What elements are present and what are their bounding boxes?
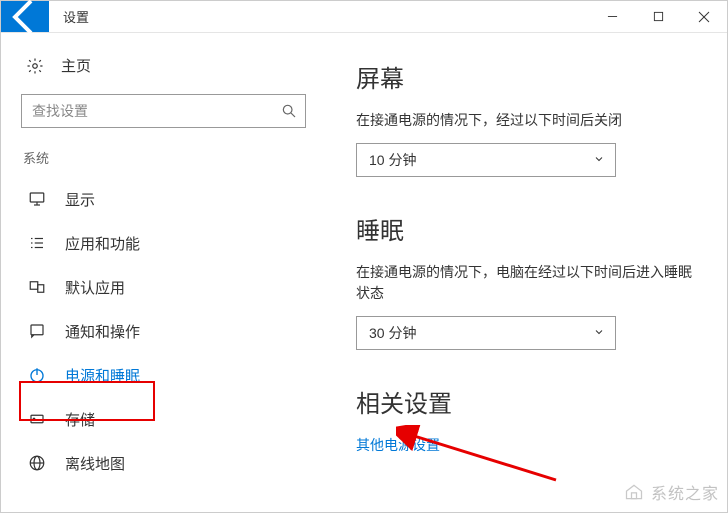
sidebar-item-label: 离线地图	[65, 453, 125, 474]
sidebar-item-power-sleep[interactable]: 电源和睡眠	[21, 353, 306, 397]
minimize-button[interactable]	[589, 1, 635, 32]
main-panel: 屏幕 在接通电源的情况下，经过以下时间后关闭 10 分钟 睡眠 在接通电源的情况…	[326, 33, 727, 512]
select-value: 10 分钟	[369, 150, 416, 170]
sidebar: 主页 系统 显示 应用和功能 默认应用	[1, 33, 326, 512]
list-icon	[27, 234, 47, 252]
sidebar-item-label: 默认应用	[65, 277, 125, 298]
sidebar-item-offline-maps[interactable]: 离线地图	[21, 441, 306, 485]
sidebar-item-display[interactable]: 显示	[21, 177, 306, 221]
storage-icon	[27, 410, 47, 428]
sidebar-item-label: 存储	[65, 409, 95, 430]
sidebar-item-storage[interactable]: 存储	[21, 397, 306, 441]
category-label: 系统	[21, 148, 306, 167]
search-input[interactable]	[21, 94, 306, 128]
home-row[interactable]: 主页	[21, 55, 306, 76]
monitor-icon	[27, 190, 47, 208]
sidebar-item-label: 电源和睡眠	[65, 365, 140, 386]
sleep-timeout-select[interactable]: 30 分钟	[356, 316, 616, 350]
globe-icon	[27, 454, 47, 472]
search-icon[interactable]	[272, 94, 306, 128]
power-icon	[27, 366, 47, 384]
notification-icon	[27, 322, 47, 340]
maximize-button[interactable]	[635, 1, 681, 32]
screen-timeout-select[interactable]: 10 分钟	[356, 143, 616, 177]
screen-heading: 屏幕	[356, 59, 697, 94]
default-apps-icon	[27, 278, 47, 296]
sidebar-item-label: 显示	[65, 189, 95, 210]
titlebar: 设置	[1, 1, 727, 33]
home-label: 主页	[61, 55, 91, 76]
window-title: 设置	[49, 1, 103, 32]
chevron-down-icon	[593, 152, 605, 168]
additional-power-settings-link[interactable]: 其他电源设置	[356, 435, 697, 455]
sidebar-item-label: 应用和功能	[65, 233, 140, 254]
gear-icon	[25, 56, 45, 76]
back-button[interactable]	[1, 1, 49, 32]
nav-list: 显示 应用和功能 默认应用 通知和操作 电源和睡眠 存储	[21, 177, 306, 485]
select-value: 30 分钟	[369, 323, 416, 343]
sidebar-item-default-apps[interactable]: 默认应用	[21, 265, 306, 309]
related-heading: 相关设置	[356, 384, 697, 419]
sidebar-item-label: 通知和操作	[65, 321, 140, 342]
screen-desc: 在接通电源的情况下，经过以下时间后关闭	[356, 110, 697, 131]
close-button[interactable]	[681, 1, 727, 32]
sidebar-item-apps[interactable]: 应用和功能	[21, 221, 306, 265]
annotation-arrow	[396, 425, 566, 485]
sleep-desc: 在接通电源的情况下，电脑在经过以下时间后进入睡眠状态	[356, 262, 697, 304]
chevron-down-icon	[593, 325, 605, 341]
sleep-heading: 睡眠	[356, 211, 697, 246]
sidebar-item-notifications[interactable]: 通知和操作	[21, 309, 306, 353]
search-wrap	[21, 94, 306, 128]
